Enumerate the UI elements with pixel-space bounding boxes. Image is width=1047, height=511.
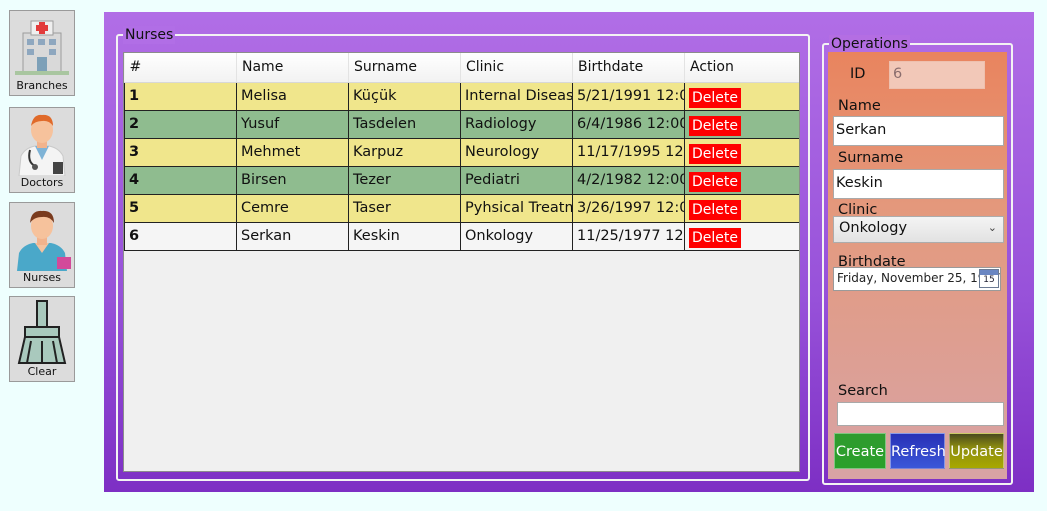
table-row[interactable]: 5 Cemre Taser Pyhsical Treatment 3/26/19… — [124, 194, 799, 223]
cell-action: Delete — [684, 222, 799, 251]
cell-name[interactable]: Yusuf — [236, 110, 349, 139]
cell-clinic[interactable]: Pyhsical Treatment — [460, 194, 573, 223]
cell-surname[interactable]: Tezer — [348, 166, 461, 195]
nurses-groupbox: Nurses # Name Surname Clinic Birthdate A… — [116, 26, 810, 481]
table-row[interactable]: 6 Serkan Keskin Onkology 11/25/1977 12: … — [124, 222, 799, 251]
cell-index[interactable]: 3 — [124, 138, 237, 167]
delete-button[interactable]: Delete — [689, 115, 741, 136]
cell-clinic[interactable]: Onkology — [460, 222, 573, 251]
clinic-select-value: Onkology — [839, 220, 908, 236]
nav-button-nurses[interactable]: Nurses — [9, 202, 75, 288]
column-header-action[interactable]: Action — [684, 53, 799, 83]
doctor-avatar-icon — [18, 114, 66, 176]
chevron-down-icon: ⌄ — [987, 221, 997, 234]
nav-button-doctors[interactable]: Doctors — [9, 107, 75, 193]
cell-birthdate[interactable]: 6/4/1986 12:00 — [572, 110, 685, 139]
nav-label-doctors: Doctors — [20, 176, 64, 189]
column-header-clinic[interactable]: Clinic — [460, 53, 573, 83]
cell-index[interactable]: 6 — [124, 222, 237, 251]
cell-clinic[interactable]: Neurology — [460, 138, 573, 167]
nav-label-nurses: Nurses — [23, 271, 61, 284]
cell-birthdate[interactable]: 4/2/1982 12:00 — [572, 166, 685, 195]
nav-label-branches: Branches — [16, 79, 68, 92]
cell-name[interactable]: Melisa — [236, 82, 349, 111]
cell-surname[interactable]: Tasdelen — [348, 110, 461, 139]
name-field[interactable]: Serkan — [833, 116, 1004, 146]
cell-birthdate[interactable]: 11/17/1995 12: — [572, 138, 685, 167]
cell-action: Delete — [684, 166, 799, 195]
cell-name[interactable]: Serkan — [236, 222, 349, 251]
name-label: Name — [838, 98, 881, 114]
cell-action: Delete — [684, 194, 799, 223]
cell-action: Delete — [684, 110, 799, 139]
calendar-icon[interactable]: 15 — [979, 269, 999, 288]
nav-button-branches[interactable]: Branches — [9, 10, 75, 96]
nav-label-clear: Clear — [27, 365, 57, 378]
broom-icon — [17, 300, 67, 364]
hospital-building-icon — [15, 20, 69, 75]
table-row[interactable]: 4 Birsen Tezer Pediatri 4/2/1982 12:00 D… — [124, 166, 799, 195]
create-button[interactable]: Create — [834, 433, 886, 469]
nav-button-clear[interactable]: Clear — [9, 296, 75, 382]
cell-action: Delete — [684, 138, 799, 167]
delete-button[interactable]: Delete — [689, 199, 741, 220]
surname-label: Surname — [838, 150, 904, 166]
column-header-index[interactable]: # — [124, 53, 237, 83]
nurse-avatar-icon — [17, 210, 71, 271]
cell-surname[interactable]: Keskin — [348, 222, 461, 251]
cell-name[interactable]: Cemre — [236, 194, 349, 223]
clinic-select[interactable]: Onkology ⌄ — [833, 216, 1004, 243]
id-field[interactable]: 6 — [889, 61, 985, 89]
calendar-day-number: 15 — [983, 275, 995, 285]
table-row[interactable]: 1 Melisa Küçük Internal Diseases 5/21/19… — [124, 82, 799, 111]
cell-index[interactable]: 1 — [124, 82, 237, 111]
grid-header-row: # Name Surname Clinic Birthdate Action — [124, 53, 799, 83]
cell-index[interactable]: 5 — [124, 194, 237, 223]
refresh-button[interactable]: Refresh — [890, 433, 946, 469]
table-row[interactable]: 3 Mehmet Karpuz Neurology 11/17/1995 12:… — [124, 138, 799, 167]
delete-button[interactable]: Delete — [689, 87, 741, 108]
id-label: ID — [850, 66, 866, 82]
update-button[interactable]: Update — [949, 433, 1004, 469]
nurses-group-title: Nurses — [123, 26, 176, 44]
delete-button[interactable]: Delete — [689, 227, 741, 248]
column-header-surname[interactable]: Surname — [348, 53, 461, 83]
cell-clinic[interactable]: Pediatri — [460, 166, 573, 195]
cell-index[interactable]: 2 — [124, 110, 237, 139]
column-header-name[interactable]: Name — [236, 53, 349, 83]
operations-groupbox: Operations ID 6 Name Serkan Surname Kesk… — [822, 35, 1013, 485]
surname-field[interactable]: Keskin — [833, 169, 1004, 199]
column-header-birthdate[interactable]: Birthdate — [572, 53, 685, 83]
cell-name[interactable]: Mehmet — [236, 138, 349, 167]
cell-name[interactable]: Birsen — [236, 166, 349, 195]
cell-surname[interactable]: Küçük — [348, 82, 461, 111]
birthdate-value: Friday, November 25, 1977 — [837, 271, 1001, 285]
delete-button[interactable]: Delete — [689, 143, 741, 164]
search-input[interactable] — [837, 402, 1004, 426]
search-label: Search — [838, 383, 888, 399]
cell-birthdate[interactable]: 3/26/1997 12:0 — [572, 194, 685, 223]
birthdate-picker[interactable]: Friday, November 25, 1977 15 — [833, 267, 1001, 291]
main-panel: Nurses # Name Surname Clinic Birthdate A… — [104, 12, 1034, 492]
table-row[interactable]: 2 Yusuf Tasdelen Radiology 6/4/1986 12:0… — [124, 110, 799, 139]
cell-index[interactable]: 4 — [124, 166, 237, 195]
cell-clinic[interactable]: Radiology — [460, 110, 573, 139]
cell-clinic[interactable]: Internal Diseases — [460, 82, 573, 111]
cell-birthdate[interactable]: 5/21/1991 12:00 — [572, 82, 685, 111]
cell-birthdate[interactable]: 11/25/1977 12: — [572, 222, 685, 251]
operations-panel: ID 6 Name Serkan Surname Keskin Clinic O… — [828, 52, 1007, 479]
cell-action: Delete — [684, 82, 799, 111]
delete-button[interactable]: Delete — [689, 171, 741, 192]
cell-surname[interactable]: Taser — [348, 194, 461, 223]
nurses-grid[interactable]: # Name Surname Clinic Birthdate Action 1… — [123, 52, 800, 472]
operations-group-title: Operations — [829, 35, 910, 53]
cell-surname[interactable]: Karpuz — [348, 138, 461, 167]
